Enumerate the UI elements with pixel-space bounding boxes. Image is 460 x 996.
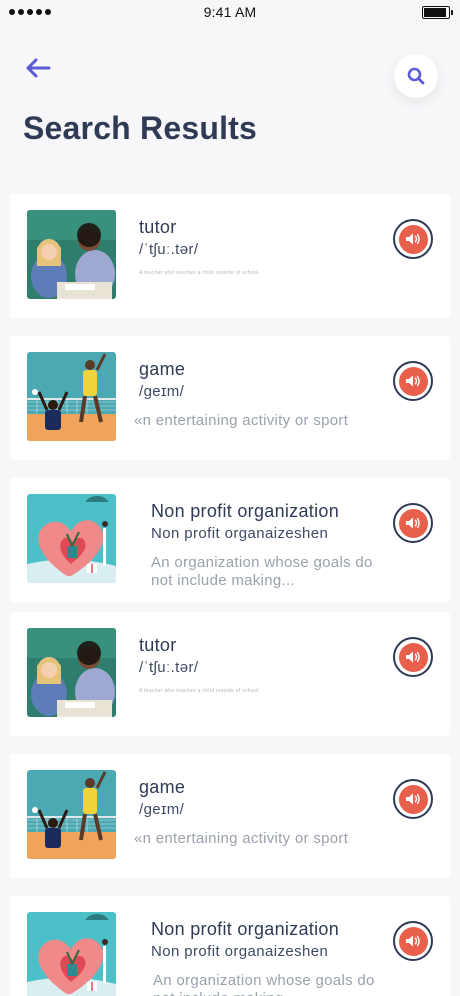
- result-definition: A teacher who teaches a child outside of…: [139, 688, 259, 694]
- result-thumbnail: [27, 628, 116, 717]
- result-card-game[interactable]: game /ɡeɪm/ «n entertaining activity or …: [10, 336, 450, 460]
- pronounce-button[interactable]: [393, 779, 433, 819]
- pronounce-button[interactable]: [393, 361, 433, 401]
- result-word: Non profit organization: [151, 919, 340, 939]
- result-word: Non profit organization: [151, 501, 340, 521]
- battery-icon: [422, 5, 453, 19]
- back-button[interactable]: [22, 52, 54, 84]
- speaker-icon: [406, 935, 420, 947]
- result-card-game[interactable]: game /ɡeɪm/ «n entertaining activity or …: [10, 754, 450, 878]
- result-phonetic: /ˈtʃuː.tər/: [139, 241, 199, 258]
- result-phonetic: /ˈtʃuː.tər/: [139, 659, 199, 676]
- back-arrow-icon: [26, 58, 51, 78]
- pronounce-button[interactable]: [393, 219, 433, 259]
- result-definition: «n entertaining activity or sport: [134, 412, 349, 429]
- result-card-nonprofit[interactable]: Non profit organization Non profit organ…: [10, 896, 450, 996]
- speaker-icon: [406, 375, 420, 387]
- result-definition: An organization whose goals do not inclu…: [151, 554, 373, 589]
- result-phonetic: /ɡeɪm/: [139, 801, 185, 818]
- speaker-icon: [406, 233, 420, 245]
- result-phonetic: Non profit organaizeshen: [151, 943, 329, 960]
- result-word: game: [139, 359, 186, 379]
- result-card-nonprofit[interactable]: Non profit organization Non profit organ…: [10, 478, 450, 602]
- result-word: tutor: [139, 635, 177, 655]
- result-thumbnail: [27, 494, 116, 583]
- result-thumbnail: [27, 912, 116, 996]
- pronounce-button[interactable]: [393, 503, 433, 543]
- speaker-icon: [406, 793, 420, 805]
- status-time: 9:41 AM: [203, 4, 257, 20]
- page-title: Search Results: [23, 110, 258, 146]
- result-word: game: [139, 777, 186, 797]
- result-card-tutor[interactable]: tutor /ˈtʃuː.tər/ A teacher who teaches …: [10, 194, 450, 318]
- search-button[interactable]: [394, 54, 438, 98]
- pronounce-button[interactable]: [393, 637, 433, 677]
- result-thumbnail: [27, 210, 116, 299]
- pronounce-button[interactable]: [393, 921, 433, 961]
- result-card-tutor[interactable]: tutor /ˈtʃuː.tər/ A teacher who teaches …: [10, 612, 450, 736]
- speaker-icon: [406, 651, 420, 663]
- result-thumbnail: [27, 352, 116, 441]
- result-word: tutor: [139, 217, 177, 237]
- result-phonetic: /ɡeɪm/: [139, 383, 185, 400]
- result-definition: An organization whose goals do not inclu…: [153, 972, 375, 996]
- result-definition: A teacher who teaches a child outside of…: [139, 270, 259, 276]
- result-definition: «n entertaining activity or sport: [134, 830, 349, 847]
- result-thumbnail: [27, 770, 116, 859]
- status-bar: 9:41 AM: [0, 0, 460, 24]
- search-icon: [407, 67, 425, 85]
- speaker-icon: [406, 517, 420, 529]
- result-phonetic: Non profit organaizeshen: [151, 525, 329, 542]
